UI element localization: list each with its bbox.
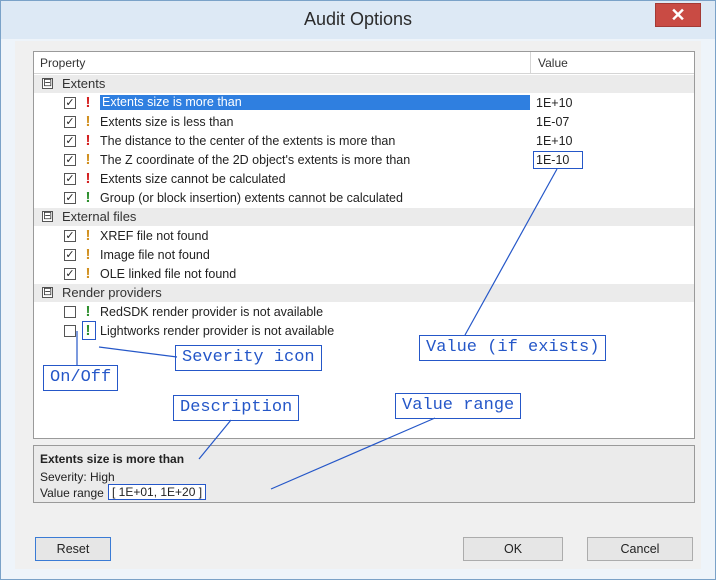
title-bar: Audit Options ✕ — [1, 1, 715, 39]
audit-options-dialog: Audit Options ✕ Property Value ⊟ Extents… — [0, 0, 716, 580]
dialog-title: Audit Options — [303, 9, 413, 29]
severity-connector — [98, 346, 178, 358]
dialog-body: Property Value ⊟ Extents ✓ ! Extents siz… — [15, 41, 701, 569]
description-connector — [198, 419, 232, 460]
value-connector — [464, 168, 558, 336]
value-range-connector — [270, 417, 436, 490]
annotation-connectors — [76, 168, 558, 490]
close-button[interactable]: ✕ — [655, 3, 701, 27]
